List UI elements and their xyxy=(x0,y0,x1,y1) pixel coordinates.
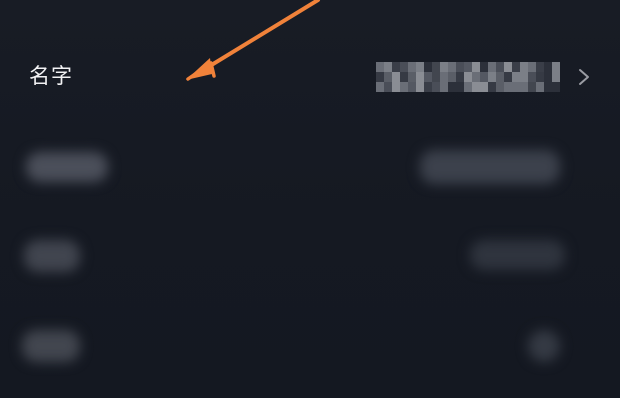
mosaic-pixel xyxy=(400,62,408,72)
mosaic-pixel xyxy=(488,72,496,82)
mosaic-pixel xyxy=(384,62,392,72)
mosaic-pixel xyxy=(456,62,464,72)
mosaic-pixel xyxy=(552,62,560,72)
mosaic-pixel xyxy=(432,82,440,92)
mosaic-pixel xyxy=(472,72,480,82)
mosaic-pixel xyxy=(552,72,560,82)
mosaic-pixel xyxy=(416,82,424,92)
mosaic-pixel xyxy=(384,82,392,92)
mosaic-pixel xyxy=(496,62,504,72)
mosaic-pixel xyxy=(424,72,432,82)
mosaic-pixel xyxy=(440,72,448,82)
mosaic-pixel xyxy=(464,82,472,92)
profile-settings-screen: 名字 xyxy=(0,0,620,398)
mosaic-pixel xyxy=(408,82,416,92)
mosaic-pixel xyxy=(512,72,520,82)
mosaic-pixel xyxy=(504,72,512,82)
blurred-row-value-2 xyxy=(470,240,565,270)
mosaic-pixel xyxy=(456,82,464,92)
mosaic-pixel xyxy=(440,62,448,72)
blurred-row-value-3 xyxy=(528,330,560,362)
mosaic-pixel xyxy=(392,72,400,82)
blurred-row-label-1 xyxy=(26,152,108,182)
mosaic-pixel xyxy=(400,82,408,92)
mosaic-pixel xyxy=(400,72,408,82)
mosaic-pixel xyxy=(408,72,416,82)
mosaic-pixel xyxy=(520,72,528,82)
mosaic-pixel xyxy=(392,62,400,72)
mosaic-pixel xyxy=(432,72,440,82)
mosaic-pixel xyxy=(552,82,560,92)
mosaic-pixel xyxy=(448,82,456,92)
blurred-row-label-3 xyxy=(22,330,80,362)
chevron-right-icon[interactable] xyxy=(577,67,591,87)
mosaic-pixel xyxy=(384,72,392,82)
mosaic-pixel xyxy=(496,72,504,82)
mosaic-pixel xyxy=(536,72,544,82)
mosaic-pixel xyxy=(480,72,488,82)
mosaic-pixel xyxy=(456,72,464,82)
mosaic-pixel xyxy=(464,72,472,82)
mosaic-pixel xyxy=(376,72,384,82)
mosaic-pixel xyxy=(512,62,520,72)
mosaic-pixel xyxy=(520,62,528,72)
mosaic-pixel xyxy=(440,82,448,92)
mosaic-pixel xyxy=(376,82,384,92)
mosaic-pixel xyxy=(544,62,552,72)
settings-row-name[interactable]: 名字 xyxy=(0,36,620,122)
mosaic-pixel xyxy=(528,62,536,72)
blurred-row-label-2 xyxy=(24,240,80,272)
mosaic-pixel xyxy=(544,82,552,92)
mosaic-pixel xyxy=(488,62,496,72)
mosaic-pixel xyxy=(504,82,512,92)
name-value-pixelated xyxy=(376,62,560,92)
mosaic-pixel xyxy=(480,82,488,92)
mosaic-pixel xyxy=(448,72,456,82)
mosaic-pixel xyxy=(472,62,480,72)
mosaic-pixel xyxy=(432,62,440,72)
mosaic-pixel xyxy=(544,72,552,82)
mosaic-pixel xyxy=(448,62,456,72)
mosaic-pixel xyxy=(480,62,488,72)
mosaic-pixel xyxy=(520,82,528,92)
mosaic-pixel xyxy=(472,82,480,92)
mosaic-pixel xyxy=(408,62,416,72)
mosaic-pixel xyxy=(512,82,520,92)
mosaic-pixel xyxy=(504,62,512,72)
mosaic-pixel xyxy=(488,82,496,92)
mosaic-pixel xyxy=(464,62,472,72)
mosaic-pixel xyxy=(528,72,536,82)
name-label: 名字 xyxy=(29,64,73,88)
mosaic-pixel xyxy=(392,82,400,92)
mosaic-pixel xyxy=(528,82,536,92)
mosaic-pixel xyxy=(536,62,544,72)
mosaic-pixel xyxy=(416,72,424,82)
mosaic-pixel xyxy=(496,82,504,92)
mosaic-pixel xyxy=(424,62,432,72)
mosaic-pixel xyxy=(376,62,384,72)
blurred-row-value-1 xyxy=(420,150,560,184)
mosaic-pixel xyxy=(416,62,424,72)
mosaic-pixel xyxy=(424,82,432,92)
mosaic-pixel xyxy=(536,82,544,92)
